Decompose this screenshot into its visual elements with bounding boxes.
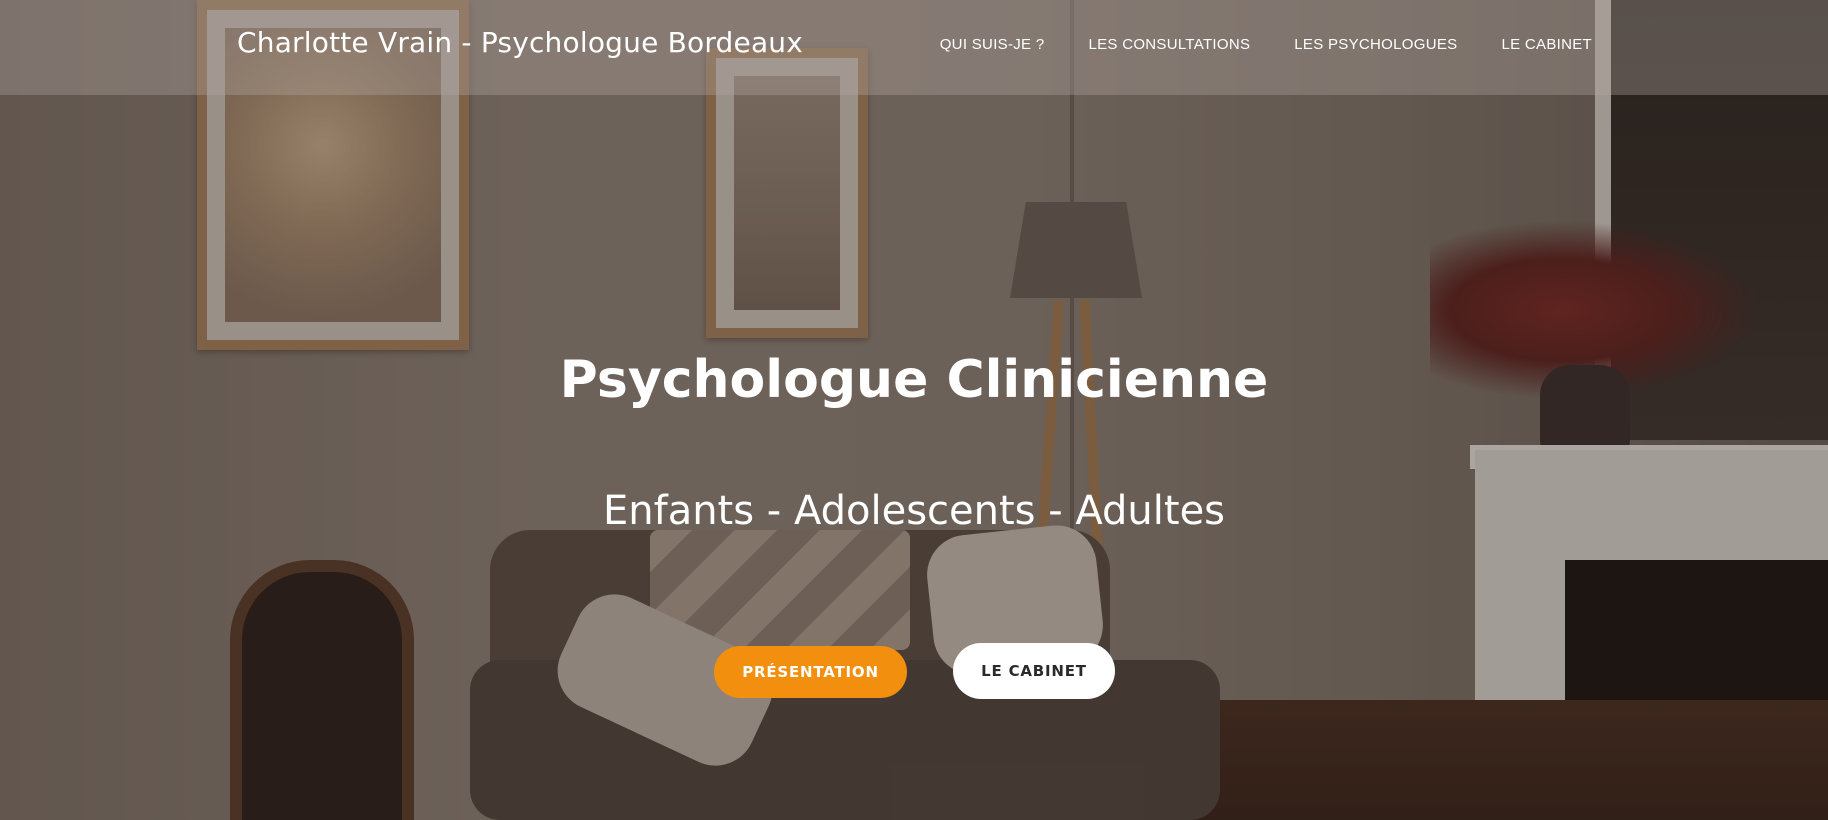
main-nav: QUI SUIS-JE ? LES CONSULTATIONS LES PSYC… [940,36,1592,54]
cabinet-button[interactable]: LE CABINET [953,643,1115,699]
nav-link-qui-suis-je[interactable]: QUI SUIS-JE ? [940,36,1045,53]
dark-overlay [0,0,1828,820]
nav-item: LES PSYCHOLOGUES [1294,36,1457,54]
site-brand-link[interactable]: Charlotte Vrain - Psychologue Bordeaux [237,26,803,59]
hero-background-photo [0,0,1828,820]
nav-link-cabinet[interactable]: LE CABINET [1501,36,1592,53]
nav-link-psychologues[interactable]: LES PSYCHOLOGUES [1294,36,1457,53]
navbar: Charlotte Vrain - Psychologue Bordeaux Q… [0,0,1828,95]
nav-link-consultations[interactable]: LES CONSULTATIONS [1088,36,1250,53]
page: Charlotte Vrain - Psychologue Bordeaux Q… [0,0,1828,820]
nav-item: QUI SUIS-JE ? [940,36,1045,54]
nav-item: LES CONSULTATIONS [1088,36,1250,54]
hero-subtitle: Enfants - Adolescents - Adultes [602,488,1226,534]
presentation-button[interactable]: PRÉSENTATION [714,646,907,698]
hero-title: Psychologue Clinicienne [559,350,1269,410]
nav-item: LE CABINET [1501,36,1592,54]
